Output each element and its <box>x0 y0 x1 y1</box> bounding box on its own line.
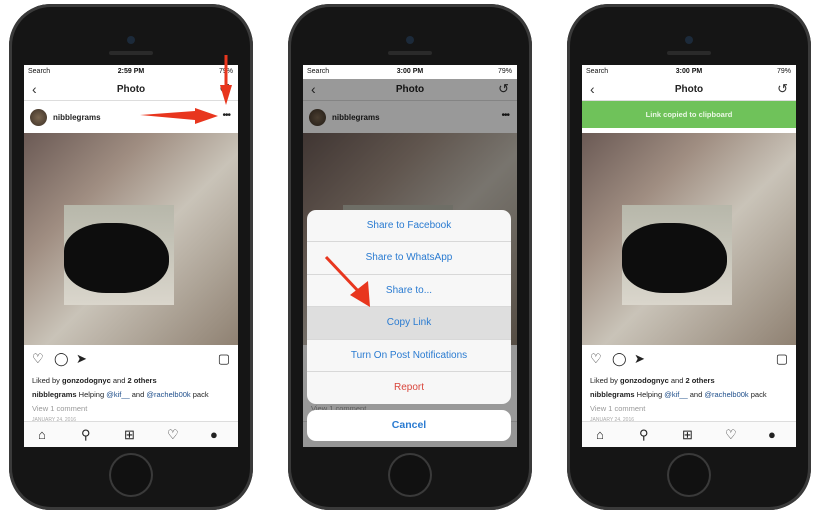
caption-text: and <box>129 390 147 399</box>
bookmark-icon[interactable]: ▢ <box>776 351 788 367</box>
caption-text: pack <box>190 390 209 399</box>
status-time: 2:59 PM <box>117 68 145 75</box>
liked-others[interactable]: 2 others <box>685 376 714 385</box>
tab-add-icon[interactable]: ⊞ <box>682 427 693 443</box>
tab-bar: ⌂ ⚲ ⊞ ♡ ● <box>24 421 238 447</box>
caption: nibblegrams Helping @kif__ and @rachelb0… <box>590 390 767 399</box>
view-comments-link[interactable]: View 1 comment <box>32 404 87 413</box>
nav-bar: ‹Photo↺ <box>24 79 238 101</box>
tab-profile-avatar[interactable]: ● <box>210 427 218 442</box>
comment-icon[interactable]: ◯ <box>612 351 627 367</box>
status-bar: Search 3:00 PM 79% <box>303 65 517 79</box>
like-heart-icon[interactable]: ♡ <box>32 351 44 367</box>
liked-others[interactable]: 2 others <box>127 376 156 385</box>
front-camera <box>127 36 135 44</box>
caption-text: Helping <box>634 390 665 399</box>
arrow-copylink-annotation <box>324 255 374 315</box>
view-comments-link[interactable]: View 1 comment <box>590 404 645 413</box>
status-bar: Search 3:00 PM 79% <box>582 65 796 79</box>
action-report[interactable]: Report <box>307 372 511 404</box>
tab-search-icon[interactable]: ⚲ <box>639 427 649 443</box>
tab-activity-icon[interactable]: ♡ <box>725 427 737 443</box>
status-bar: Search2:59 PM79% <box>24 65 238 79</box>
post-username[interactable]: nibblegrams <box>53 113 101 122</box>
tab-home-icon[interactable]: ⌂ <box>38 427 46 442</box>
mention-link[interactable]: @rachelb00k <box>146 390 190 399</box>
comment-icon[interactable]: ◯ <box>54 351 69 367</box>
tab-activity-icon[interactable]: ♡ <box>167 427 179 443</box>
liked-user[interactable]: gonzodognyc <box>620 376 669 385</box>
share-send-icon[interactable]: ➤ <box>634 351 645 367</box>
page-title: Photo <box>674 84 704 95</box>
post-photo <box>24 133 238 345</box>
caption-text: and <box>687 390 705 399</box>
caption-user[interactable]: nibblegrams <box>590 390 635 399</box>
photo-cat <box>64 223 169 293</box>
home-button[interactable] <box>390 455 430 495</box>
page-title: Photo <box>116 84 146 95</box>
caption-text: Helping <box>76 390 107 399</box>
liked-prefix: Liked by <box>32 376 63 385</box>
liked-prefix: Liked by <box>590 376 621 385</box>
speaker <box>109 51 153 55</box>
status-battery: 79% <box>497 68 512 75</box>
phone-1: Search2:59 PM79%‹Photo↺nibblegrams•••♡◯➤… <box>9 4 253 510</box>
cancel-button[interactable]: Cancel <box>307 410 511 441</box>
status-time: 3:00 PM <box>675 68 703 75</box>
refresh-icon[interactable]: ↺ <box>777 81 788 97</box>
liked-user[interactable]: gonzodognyc <box>62 376 111 385</box>
mention-link[interactable]: @kif__ <box>106 390 129 399</box>
action-turn-on-post-notifications[interactable]: Turn On Post Notifications <box>307 340 511 372</box>
liked-mid: and <box>668 376 686 385</box>
post-actions: ♡ ◯ ➤ ▢ <box>24 347 238 371</box>
tab-home-icon[interactable]: ⌂ <box>596 427 604 442</box>
tab-search-icon[interactable]: ⚲ <box>81 427 91 443</box>
arrow-right-annotation <box>140 108 220 131</box>
nav-bar: ‹Photo↺ <box>582 79 796 101</box>
action-share-to-facebook[interactable]: Share to Facebook <box>307 210 511 243</box>
speaker <box>388 51 432 55</box>
front-camera <box>685 36 693 44</box>
caption: nibblegrams Helping @kif__ and @rachelb0… <box>32 390 209 399</box>
mention-link[interactable]: @kif__ <box>664 390 687 399</box>
home-button[interactable] <box>669 455 709 495</box>
like-heart-icon[interactable]: ♡ <box>590 351 602 367</box>
caption-text: pack <box>748 390 767 399</box>
toast-link-copied: Link copied to clipboard <box>582 101 796 128</box>
arrow-down-annotation <box>220 55 234 112</box>
front-camera <box>406 36 414 44</box>
liked-by: Liked by gonzodognyc and 2 others <box>590 376 715 385</box>
screen: Search3:00 PM79%‹Photo↺nibblegrams•••♡◯➤… <box>582 65 796 447</box>
mention-link[interactable]: @rachelb00k <box>704 390 748 399</box>
liked-mid: and <box>110 376 128 385</box>
post-photo <box>582 133 796 345</box>
tab-profile-avatar[interactable]: ● <box>768 427 776 442</box>
liked-by: Liked by gonzodognyc and 2 others <box>32 376 157 385</box>
phone-3: Search3:00 PM79%‹Photo↺nibblegrams•••♡◯➤… <box>567 4 811 510</box>
status-time: 3:00 PM <box>396 68 424 75</box>
caption-user[interactable]: nibblegrams <box>32 390 77 399</box>
tab-add-icon[interactable]: ⊞ <box>124 427 135 443</box>
photo-cat <box>622 223 727 293</box>
avatar[interactable] <box>30 109 47 126</box>
speaker <box>667 51 711 55</box>
tab-bar: ⌂ ⚲ ⊞ ♡ ● <box>582 421 796 447</box>
status-battery: 79% <box>776 68 791 75</box>
share-send-icon[interactable]: ➤ <box>76 351 87 367</box>
bookmark-icon[interactable]: ▢ <box>218 351 230 367</box>
post-actions: ♡ ◯ ➤ ▢ <box>582 347 796 371</box>
home-button[interactable] <box>111 455 151 495</box>
